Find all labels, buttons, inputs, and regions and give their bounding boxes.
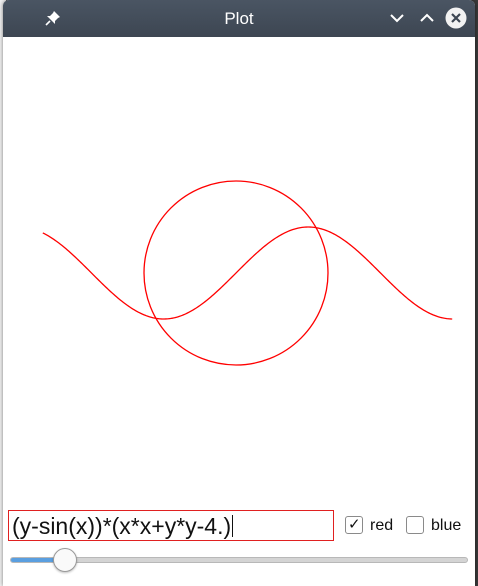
- red-checkbox-label: red: [370, 517, 394, 534]
- checkmark-icon: ✓: [348, 516, 361, 533]
- close-icon[interactable]: [445, 7, 467, 29]
- chevron-down-icon[interactable]: [386, 7, 408, 29]
- slider-thumb[interactable]: [52, 548, 77, 572]
- chevron-up-icon[interactable]: [416, 7, 438, 29]
- sine-curve: [42, 226, 453, 320]
- expression-input[interactable]: (y-sin(x))*(x*x+y*y-4.): [8, 510, 334, 541]
- blue-checkbox-label: blue: [431, 517, 462, 534]
- expression-text: (y-sin(x))*(x*x+y*y-4.): [12, 513, 232, 539]
- red-checkbox[interactable]: ✓: [345, 516, 363, 534]
- plot-canvas[interactable]: [3, 37, 475, 507]
- titlebar[interactable]: Plot: [3, 0, 475, 37]
- text-caret: [232, 515, 234, 537]
- blue-checkbox[interactable]: [406, 516, 424, 534]
- plot-svg: [42, 180, 453, 366]
- slider-track[interactable]: [10, 557, 468, 563]
- plot-window: Plot (y-sin(x))*(x*x+y*y-4.) ✓ red blue: [3, 0, 475, 586]
